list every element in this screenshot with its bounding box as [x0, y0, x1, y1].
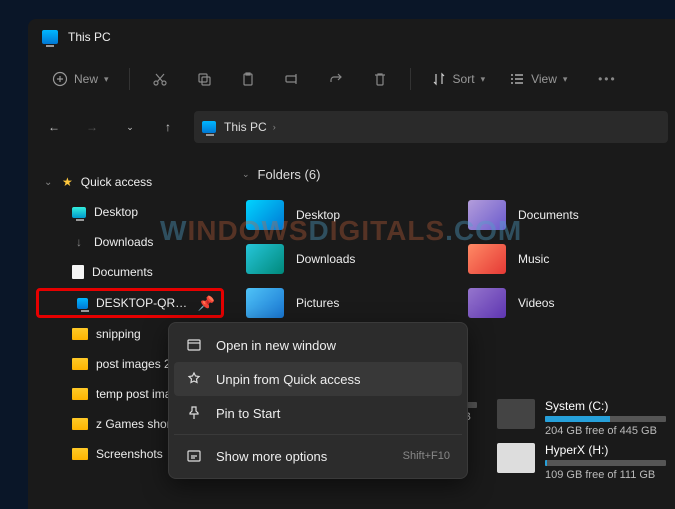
copy-icon: [196, 71, 212, 87]
folder-icon: [468, 244, 506, 274]
chevron-down-icon: ▾: [104, 74, 109, 85]
trash-icon: [372, 71, 388, 87]
window-title: This PC: [68, 30, 111, 44]
more-button[interactable]: •••: [587, 63, 627, 95]
folder-icon: [72, 388, 88, 400]
chevron-down-icon: ⌄: [242, 169, 250, 180]
menu-open-new-window[interactable]: Open in new window: [174, 328, 462, 362]
sidebar-item-documents[interactable]: Documents: [34, 257, 226, 287]
star-icon: ★: [62, 175, 73, 189]
pin-icon: 📌: [198, 295, 215, 312]
divider: [410, 68, 411, 90]
folder-icon: [468, 288, 506, 318]
drive-hyperx-h[interactable]: HyperX (H:) 109 GB free of 111 GB: [497, 443, 666, 481]
chevron-down-icon: ⌄: [44, 177, 54, 188]
copy-button[interactable]: [184, 63, 224, 95]
share-button[interactable]: [316, 63, 356, 95]
chevron-down-icon: ▾: [563, 74, 568, 85]
forward-button[interactable]: →: [80, 115, 104, 139]
menu-divider: [174, 434, 462, 435]
folder-desktop[interactable]: Desktop: [242, 196, 444, 234]
drive-system-c[interactable]: System (C:) 204 GB free of 445 GB: [497, 399, 666, 437]
download-icon: ↓: [72, 235, 86, 249]
chevron-right-icon: ›: [273, 122, 276, 132]
folder-icon: [72, 328, 88, 340]
titlebar: This PC: [28, 19, 675, 55]
share-icon: [328, 71, 344, 87]
drive-icon: [497, 443, 535, 473]
folder-pictures[interactable]: Pictures: [242, 284, 444, 322]
folder-icon: [72, 418, 88, 430]
paste-button[interactable]: [228, 63, 268, 95]
folder-videos[interactable]: Videos: [464, 284, 666, 322]
divider: [129, 68, 130, 90]
cut-button[interactable]: [140, 63, 180, 95]
view-button[interactable]: View ▾: [499, 65, 577, 93]
sort-icon: [431, 71, 447, 87]
pc-icon: [77, 298, 88, 309]
sort-button[interactable]: Sort ▾: [421, 65, 496, 93]
folder-icon: [246, 244, 284, 274]
context-menu: Open in new window Unpin from Quick acce…: [168, 322, 468, 479]
folder-icon: [468, 200, 506, 230]
this-pc-icon: [202, 121, 216, 133]
recent-button[interactable]: ⌄: [118, 115, 142, 139]
ellipsis-icon: •••: [598, 72, 617, 86]
desktop-icon: [72, 207, 86, 218]
folder-music[interactable]: Music: [464, 240, 666, 278]
address-row: ← → ⌄ ↑ This PC ›: [28, 103, 675, 151]
menu-show-more[interactable]: Show more options Shift+F10: [174, 439, 462, 473]
up-button[interactable]: ↑: [156, 115, 180, 139]
rename-icon: [284, 71, 300, 87]
scissors-icon: [152, 71, 168, 87]
pin-icon: [186, 405, 202, 421]
sidebar-item-desktop-qrom[interactable]: DESKTOP-QROM50F 📌: [36, 288, 224, 318]
view-icon: [509, 71, 525, 87]
folder-downloads[interactable]: Downloads: [242, 240, 444, 278]
this-pc-icon: [42, 30, 58, 44]
command-bar: New ▾ Sort ▾ View ▾ •••: [28, 55, 675, 103]
unpin-icon: [186, 371, 202, 387]
more-options-icon: [186, 448, 202, 464]
folder-icon: [72, 448, 88, 460]
delete-button[interactable]: [360, 63, 400, 95]
document-icon: [72, 265, 84, 279]
folder-icon: [246, 200, 284, 230]
window-icon: [186, 337, 202, 353]
paste-icon: [240, 71, 256, 87]
sidebar-item-downloads[interactable]: ↓ Downloads: [34, 227, 226, 257]
folder-documents[interactable]: Documents: [464, 196, 666, 234]
folder-grid: Desktop Documents Downloads Music Pictur…: [242, 196, 666, 322]
folders-section-header[interactable]: ⌄ Folders (6): [242, 167, 666, 182]
chevron-down-icon: ▾: [481, 74, 486, 85]
menu-unpin-quick-access[interactable]: Unpin from Quick access: [174, 362, 462, 396]
sidebar-item-desktop[interactable]: Desktop: [34, 197, 226, 227]
new-button[interactable]: New ▾: [42, 65, 119, 93]
address-bar[interactable]: This PC ›: [194, 111, 668, 143]
quick-access-root[interactable]: ⌄ ★ Quick access: [34, 167, 226, 197]
menu-pin-to-start[interactable]: Pin to Start: [174, 396, 462, 430]
breadcrumb[interactable]: This PC ›: [224, 120, 276, 134]
plus-circle-icon: [52, 71, 68, 87]
rename-button[interactable]: [272, 63, 312, 95]
folder-icon: [72, 358, 88, 370]
folder-icon: [246, 288, 284, 318]
back-button[interactable]: ←: [42, 115, 66, 139]
windows-drive-icon: [497, 399, 535, 429]
